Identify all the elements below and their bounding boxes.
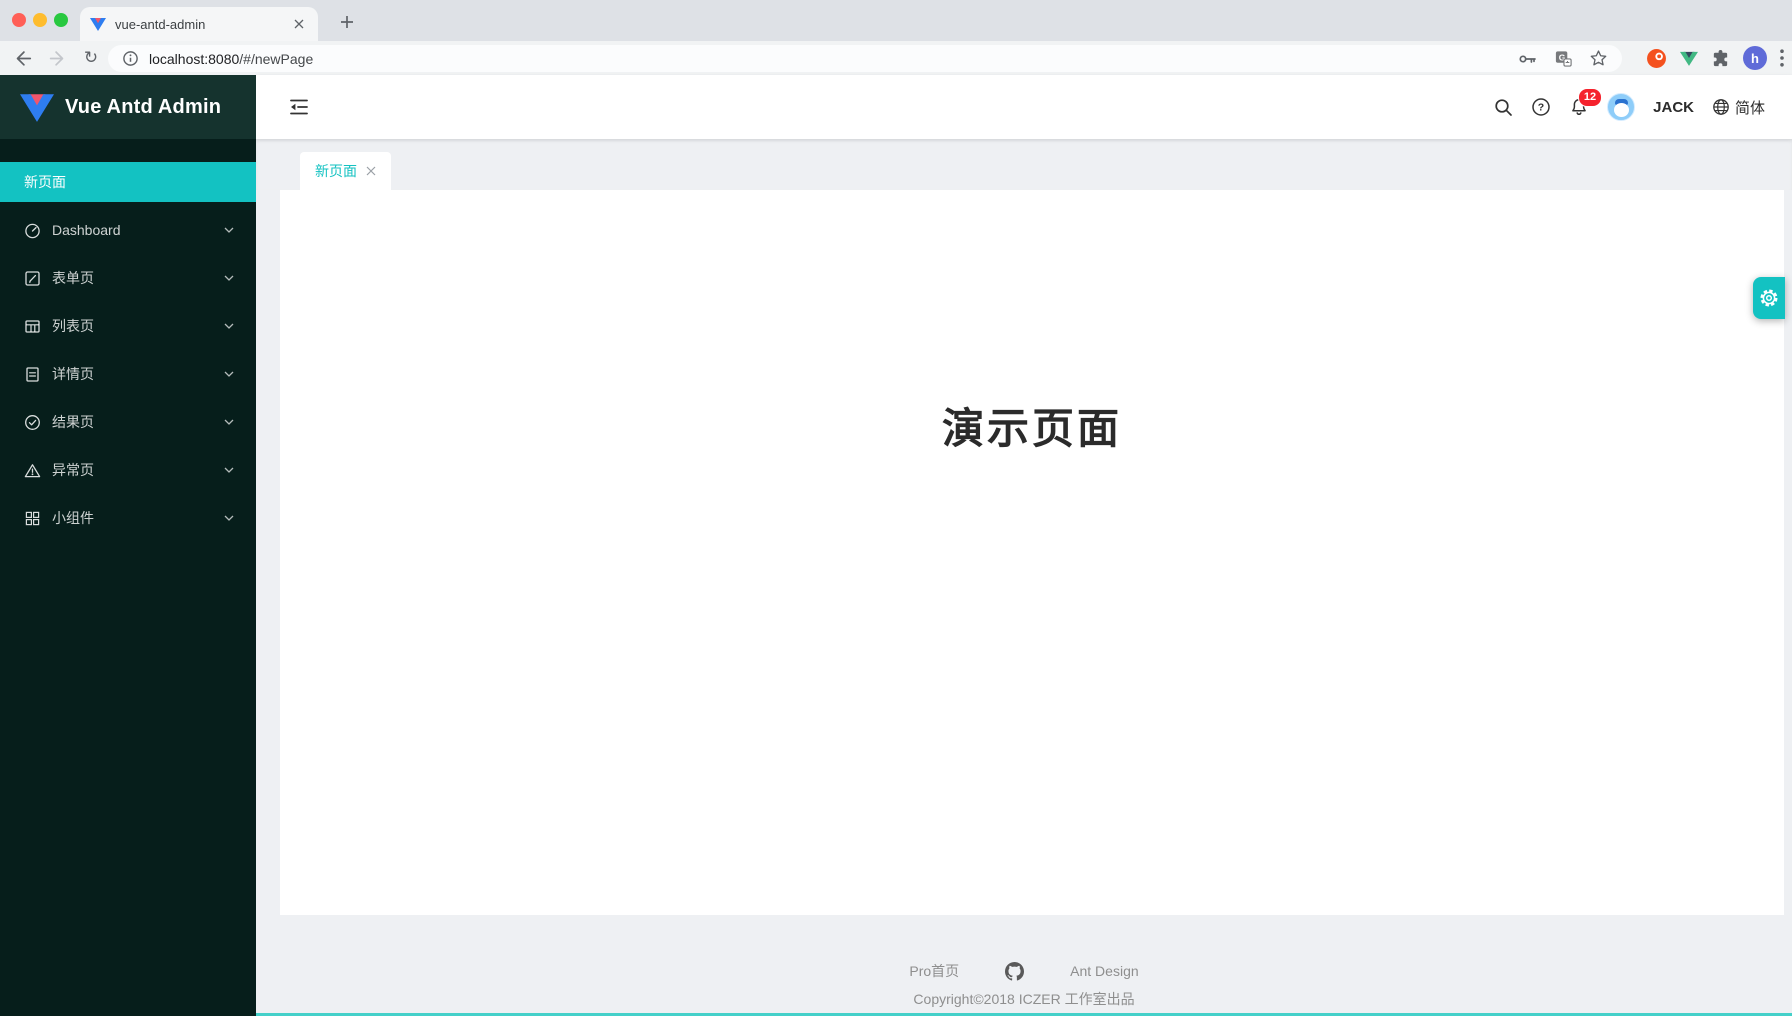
sidebar-item-label: Dashboard — [52, 222, 121, 238]
sidebar-item-dashboard[interactable]: Dashboard — [0, 210, 256, 250]
browser-menu-dots-icon[interactable] — [1780, 49, 1784, 67]
page-footer: Pro首页 Ant Design Copyright©2018 ICZER 工作… — [256, 961, 1792, 1009]
form-icon — [24, 270, 41, 287]
sidebar-menu: 新页面 Dashboard — [0, 162, 256, 538]
sidebar-item-results[interactable]: 结果页 — [0, 402, 256, 442]
new-tab-button[interactable] — [334, 9, 360, 35]
url-host: localhost:8080 — [149, 51, 239, 67]
chevron-down-icon — [224, 515, 234, 521]
extensions-area: h — [1646, 46, 1784, 70]
sidebar: Vue Antd Admin 新页面 Dashboard — [0, 75, 256, 1016]
sidebar-item-label: 小组件 — [52, 508, 94, 528]
language-switcher[interactable]: 简体 — [1712, 97, 1765, 118]
copyright: Copyright©2018 ICZER 工作室出品 — [256, 989, 1792, 1009]
browser-profile-avatar[interactable]: h — [1743, 46, 1767, 70]
chevron-down-icon — [224, 419, 234, 425]
sidebar-item-forms[interactable]: 表单页 — [0, 258, 256, 298]
orange-extension-icon[interactable] — [1646, 48, 1667, 69]
notifications-bell-icon[interactable]: 12 — [1569, 97, 1589, 117]
footer-link-ant-design[interactable]: Ant Design — [1070, 963, 1138, 979]
app-logo[interactable]: Vue Antd Admin — [0, 75, 256, 139]
footer-links: Pro首页 Ant Design — [909, 961, 1138, 981]
back-button[interactable] — [12, 47, 34, 69]
warning-icon — [24, 462, 41, 479]
vue-devtools-icon[interactable] — [1680, 50, 1698, 66]
page-title: 演示页面 — [280, 190, 1784, 456]
browser-tab[interactable]: vue-antd-admin — [80, 7, 318, 41]
app-header: ? 12 JACK — [256, 75, 1792, 139]
user-avatar[interactable] — [1607, 93, 1635, 121]
vue-logo-icon — [20, 92, 54, 122]
window-zoom-button[interactable] — [54, 13, 68, 27]
password-key-icon[interactable] — [1518, 50, 1538, 68]
settings-drawer-handle[interactable] — [1753, 277, 1785, 319]
help-icon[interactable]: ? — [1531, 97, 1551, 117]
header-actions: ? 12 JACK — [1494, 75, 1765, 139]
chevron-down-icon — [224, 275, 234, 281]
url-text[interactable]: localhost:8080/#/newPage — [149, 51, 1502, 67]
content-card: 演示页面 — [280, 190, 1784, 915]
sidebar-item-exceptions[interactable]: 异常页 — [0, 450, 256, 490]
browser-tabstrip: vue-antd-admin — [0, 0, 1792, 41]
notification-badge: 12 — [1578, 88, 1602, 107]
browser-toolbar: ↻ localhost:8080/#/newPage G — [0, 41, 1792, 75]
translate-icon[interactable]: G — [1554, 49, 1573, 68]
sidebar-item-label: 新页面 — [24, 172, 66, 192]
chevron-down-icon — [224, 323, 234, 329]
block-icon — [24, 510, 41, 527]
avatar-graphic — [1614, 103, 1629, 117]
dashboard-icon — [24, 222, 41, 239]
forward-button[interactable] — [46, 47, 68, 69]
table-icon — [24, 318, 41, 335]
sidebar-item-widgets[interactable]: 小组件 — [0, 498, 256, 538]
sidebar-item-label: 结果页 — [52, 412, 94, 432]
sidebar-item-label: 异常页 — [52, 460, 94, 480]
sidebar-item-label: 列表页 — [52, 316, 94, 336]
sidebar-item-lists[interactable]: 列表页 — [0, 306, 256, 346]
bookmark-star-icon[interactable] — [1589, 49, 1608, 68]
gear-icon — [1758, 287, 1780, 309]
profile-icon — [24, 366, 41, 383]
sidebar-item-label: 表单页 — [52, 268, 94, 288]
sidebar-item-label: 详情页 — [52, 364, 94, 384]
window-close-button[interactable] — [12, 13, 26, 27]
footer-link-pro-home[interactable]: Pro首页 — [909, 961, 959, 981]
language-label: 简体 — [1735, 97, 1765, 118]
tab-close-icon[interactable] — [290, 15, 308, 33]
globe-icon — [1712, 98, 1730, 116]
search-icon[interactable] — [1494, 98, 1513, 117]
page-tabbar: 新页面 — [256, 139, 1792, 190]
url-path: /#/newPage — [239, 51, 313, 67]
extensions-puzzle-icon[interactable] — [1711, 49, 1730, 68]
screen: vue-antd-admin ↻ localhost:8080/# — [0, 0, 1792, 1016]
sidebar-item-details[interactable]: 详情页 — [0, 354, 256, 394]
menu-fold-icon[interactable] — [289, 98, 309, 116]
vue-favicon-icon — [90, 17, 106, 31]
chevron-down-icon — [224, 371, 234, 377]
browser-tab-title: vue-antd-admin — [115, 17, 290, 32]
page-tab-close-icon[interactable] — [366, 166, 376, 176]
reload-button[interactable]: ↻ — [80, 47, 102, 69]
app-window: Vue Antd Admin 新页面 Dashboard — [0, 75, 1792, 1016]
check-circle-icon — [24, 414, 41, 431]
svg-text:?: ? — [1538, 102, 1544, 114]
chevron-down-icon — [224, 467, 234, 473]
page-tab-active[interactable]: 新页面 — [300, 152, 391, 190]
sidebar-item-newpage[interactable]: 新页面 — [0, 162, 256, 202]
site-info-icon[interactable] — [122, 50, 139, 67]
username-label[interactable]: JACK — [1653, 99, 1694, 116]
page-tab-label: 新页面 — [315, 161, 357, 181]
main-area: ? 12 JACK — [256, 75, 1792, 1016]
chevron-down-icon — [224, 227, 234, 233]
app-title: Vue Antd Admin — [65, 96, 221, 119]
github-icon[interactable] — [1005, 962, 1024, 981]
window-minimize-button[interactable] — [33, 13, 47, 27]
address-bar[interactable]: localhost:8080/#/newPage G — [108, 45, 1622, 72]
